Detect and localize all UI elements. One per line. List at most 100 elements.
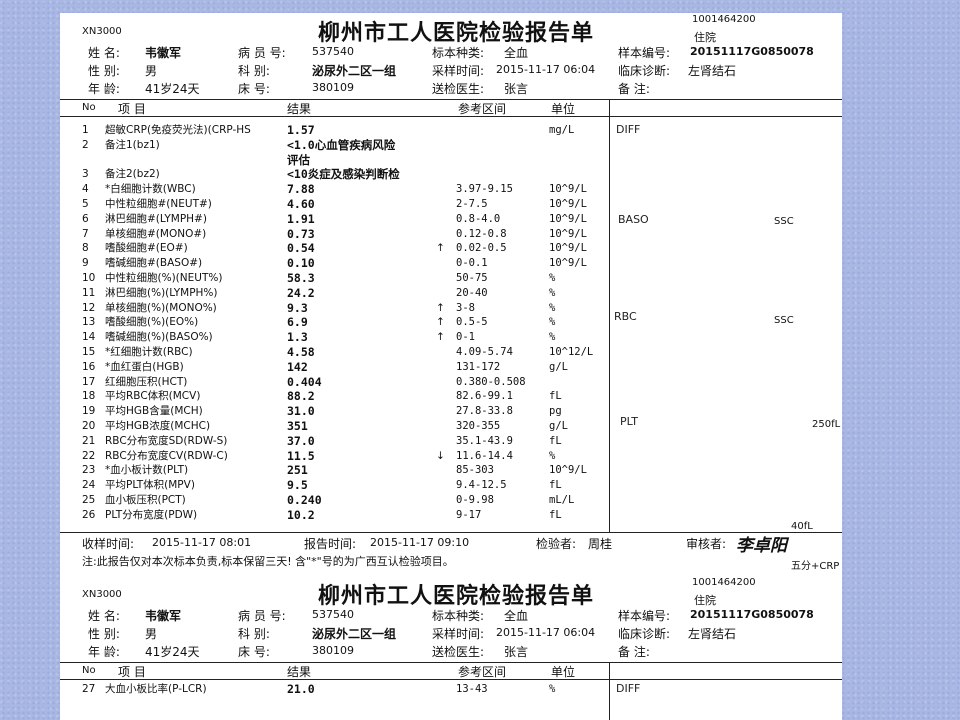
report-sheet: XN3000 柳州市工人医院检验报告单 1001464200 住院 姓 名: 韦… bbox=[60, 13, 842, 720]
case-number: 537540 bbox=[312, 45, 354, 58]
age-label: 年 龄: bbox=[88, 82, 120, 96]
row-unit: 10^9/L bbox=[549, 242, 587, 255]
bed-number-2: 380109 bbox=[312, 644, 354, 657]
row-unit: % bbox=[549, 683, 556, 695]
header-rule-top bbox=[60, 99, 842, 100]
row-no: 2 bbox=[82, 138, 89, 151]
row-name: 中性粒细胞(%)(NEUT%) bbox=[105, 272, 223, 284]
report-title-2: 柳州市工人医院检验报告单 bbox=[318, 584, 595, 609]
row-name: *红细胞计数(RBC) bbox=[105, 346, 193, 358]
row-no: 11 bbox=[82, 286, 96, 299]
table-row: 22 RBC分布宽度CV(RDW-C) 11.5 ↓ 11.6-14.4% bbox=[60, 449, 608, 463]
row-ref: 3.97-9.15 bbox=[456, 183, 513, 196]
receive-label: 收样时间: bbox=[82, 537, 135, 551]
row-no: 21 bbox=[82, 434, 96, 447]
row-result: <10炎症及感染判断检 bbox=[287, 167, 400, 182]
row-unit: mL/L bbox=[549, 494, 575, 506]
row-result: 37.0 bbox=[287, 433, 315, 448]
reviewer-label: 审核者: bbox=[686, 537, 727, 551]
row-name: 平均PLT体积(MPV) bbox=[105, 479, 195, 492]
row-unit: 10^12/L bbox=[549, 346, 594, 358]
table-row: 10 中性粒细胞(%)(NEUT%) 58.3 50-75% bbox=[60, 271, 608, 285]
row-result: 88.2 bbox=[287, 389, 315, 404]
table-row: 评估 bbox=[60, 153, 608, 167]
case-number-2: 537540 bbox=[312, 608, 354, 621]
row-ref: 0-1 bbox=[456, 331, 475, 344]
graph-axis-ssc-2: SSC bbox=[774, 315, 794, 326]
row-result: 7.88 bbox=[287, 182, 315, 197]
row-flag: ↑ bbox=[436, 242, 445, 255]
footer-note: 注:此报告仅对本次标本负责,标本保留三天! 含"*"号的为广西互认检验项目。 bbox=[82, 555, 454, 568]
row-name: 淋巴细胞#(LYMPH#) bbox=[105, 212, 207, 225]
row-unit: 10^9/L bbox=[549, 183, 587, 196]
row-ref: 9-17 bbox=[456, 508, 482, 521]
patient-id-2: 1001464200 bbox=[692, 577, 756, 588]
doctor-label-2: 送检医生: bbox=[432, 645, 485, 659]
doctor-label: 送检医生: bbox=[432, 82, 485, 96]
collect-time-label-2: 采样时间: bbox=[432, 627, 485, 641]
row-ref: 0.8-4.0 bbox=[456, 212, 501, 225]
case-label: 病 员 号: bbox=[238, 46, 286, 60]
row-ref: 2-7.5 bbox=[456, 198, 488, 210]
case-label-2: 病 员 号: bbox=[238, 609, 286, 623]
row-flag: ↑ bbox=[436, 301, 445, 314]
graph-label-rbc: RBC bbox=[614, 310, 637, 323]
patient-age: 41岁24天 bbox=[145, 82, 200, 96]
row-result: 9.3 bbox=[287, 300, 308, 315]
row-name: 单核细胞#(MONO#) bbox=[105, 227, 207, 240]
row-result: 4.60 bbox=[287, 197, 315, 211]
row-result: 0.404 bbox=[287, 374, 322, 389]
row-name: 嗜碱细胞#(BASO#) bbox=[105, 257, 203, 270]
graph-axis-plt-max: 250fL bbox=[812, 419, 841, 430]
row-result: 0.54 bbox=[287, 241, 315, 256]
row-result: 4.58 bbox=[287, 345, 315, 359]
row-no: 3 bbox=[82, 168, 89, 181]
graph-axis-ssc-1: SSC bbox=[774, 216, 794, 227]
row-name: 中性粒细胞#(NEUT#) bbox=[105, 198, 212, 210]
row-name: PLT分布宽度(PDW) bbox=[105, 508, 198, 521]
col-item-2: 项 目 bbox=[118, 665, 146, 679]
col-no: No bbox=[82, 102, 96, 113]
dept-label: 科 别: bbox=[238, 64, 270, 78]
row-name: 红细胞压积(HCT) bbox=[105, 375, 188, 388]
row-unit: 10^9/L bbox=[549, 198, 587, 210]
row-ref: 0-0.1 bbox=[456, 257, 488, 270]
row-no: 6 bbox=[82, 212, 89, 225]
patient-age-2: 41岁24天 bbox=[145, 645, 200, 659]
row-ref: 20-40 bbox=[456, 286, 488, 299]
collect-time-label: 采样时间: bbox=[432, 64, 485, 78]
row-no: 20 bbox=[82, 420, 96, 432]
graph-divider bbox=[609, 99, 610, 532]
row-unit: pg bbox=[549, 405, 562, 418]
row-no: 12 bbox=[82, 301, 96, 314]
sample-no-label: 样本编号: bbox=[618, 46, 671, 60]
row-unit: 10^9/L bbox=[549, 257, 587, 270]
row-name: *血红蛋白(HGB) bbox=[105, 360, 184, 373]
row-result: 1.91 bbox=[287, 211, 315, 226]
row-no: 25 bbox=[82, 494, 96, 506]
row-unit: g/L bbox=[549, 360, 568, 373]
row-ref: 0.12-0.8 bbox=[456, 227, 507, 240]
row-no: 13 bbox=[82, 316, 96, 329]
row-result: 142 bbox=[287, 359, 308, 374]
specimen-type-2: 全血 bbox=[504, 609, 529, 623]
sex-label-2: 性 别: bbox=[88, 627, 120, 641]
row-result: <1.0心血管疾病风险 bbox=[287, 137, 396, 152]
row-ref: 27.8-33.8 bbox=[456, 405, 513, 418]
row-name: 平均RBC体积(MCV) bbox=[105, 390, 201, 403]
col-item: 项 目 bbox=[118, 102, 146, 116]
specimen-type-label: 标本种类: bbox=[432, 46, 485, 60]
row-result: 10.2 bbox=[287, 507, 315, 522]
table-row: 16 *血红蛋白(HGB) 142 131-172 g/L bbox=[60, 360, 608, 374]
patient-id: 1001464200 bbox=[692, 14, 756, 25]
row-ref: 0-9.98 bbox=[456, 494, 494, 506]
row-no: 19 bbox=[82, 405, 96, 418]
remark-label-2: 备 注: bbox=[618, 645, 650, 659]
analyzer-label: XN3000 bbox=[82, 26, 122, 37]
row-unit: fL bbox=[549, 508, 562, 521]
footer-rule bbox=[60, 532, 842, 533]
row-result: 24.2 bbox=[287, 285, 315, 300]
row-unit: % bbox=[549, 286, 556, 299]
row-name: 嗜酸细胞#(EO#) bbox=[105, 242, 188, 255]
diagnosis-label-2: 临床诊断: bbox=[618, 627, 671, 641]
